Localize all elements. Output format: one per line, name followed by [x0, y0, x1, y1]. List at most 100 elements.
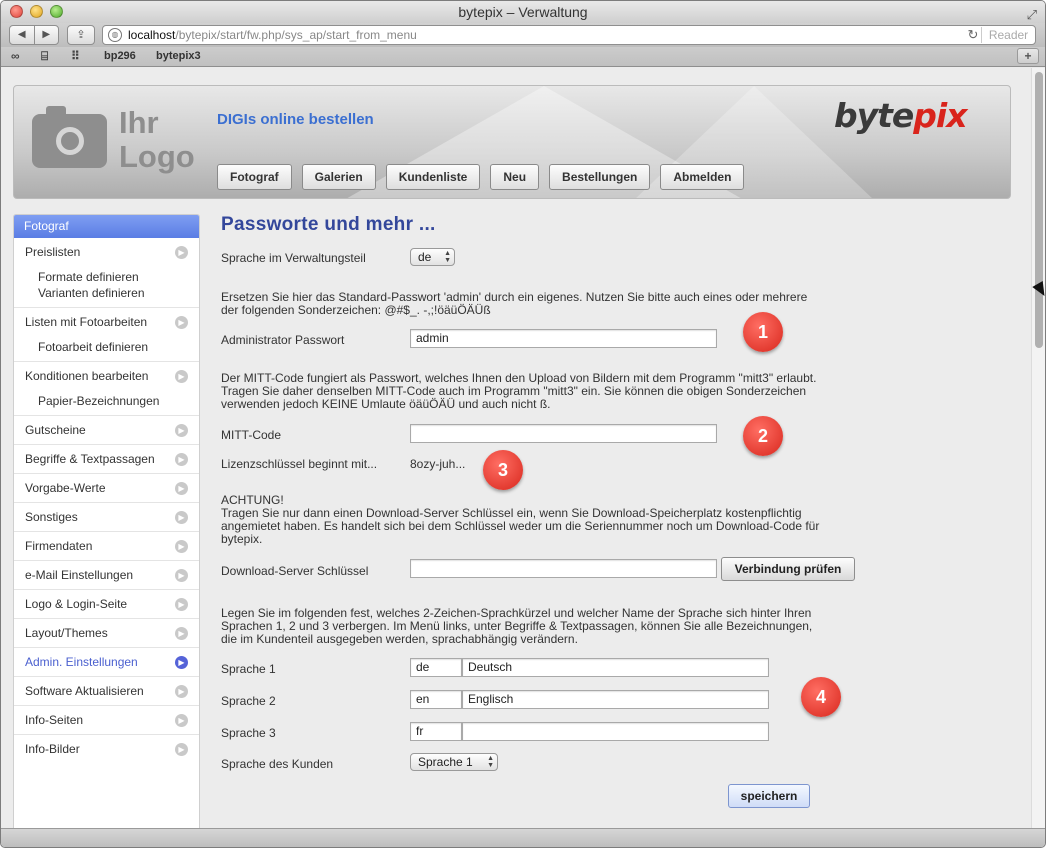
- close-window-button[interactable]: [10, 5, 23, 18]
- check-connection-button[interactable]: Verbindung prüfen: [721, 557, 855, 581]
- sidebar-item-label: Begriffe & Textpassagen: [25, 452, 155, 466]
- sidebar-item-label: Software Aktualisieren: [25, 684, 144, 698]
- sidebar-item-firmendaten[interactable]: Firmendaten ▶: [14, 532, 199, 561]
- browser-window: bytepix – Verwaltung ⤢ ◀ ▶ ⇪ ◍ localhost…: [0, 0, 1046, 848]
- sidebar-item-vorgabe-werte[interactable]: Vorgabe-Werte ▶: [14, 474, 199, 503]
- sidebar-subitem-formate[interactable]: Formate definieren: [14, 269, 199, 285]
- back-arrow-icon[interactable]: ◀: [10, 26, 34, 44]
- chevron-right-icon: ▶: [175, 627, 188, 640]
- sidebar-subgroup-konditionen: Papier-Bezeichnungen: [14, 391, 199, 416]
- minimize-window-button[interactable]: [30, 5, 43, 18]
- chevron-right-icon: ▶: [175, 598, 188, 611]
- logo-line-2: Logo: [119, 139, 195, 174]
- address-bar[interactable]: ◍ localhost/bytepix/start/fw.php/sys_ap/…: [102, 25, 1036, 45]
- admin-language-select[interactable]: de ▲ ▼: [410, 248, 455, 266]
- sidebar-item-sonstiges[interactable]: Sonstiges ▶: [14, 503, 199, 532]
- admin-password-input[interactable]: admin: [410, 329, 717, 348]
- sidebar-item-begriffe[interactable]: Begriffe & Textpassagen ▶: [14, 445, 199, 474]
- sidebar-item-email[interactable]: e-Mail Einstellungen ▶: [14, 561, 199, 590]
- bookmark-bp296[interactable]: bp296: [104, 50, 136, 62]
- language-3-code-input[interactable]: fr: [410, 722, 462, 741]
- language-1-code-input[interactable]: de: [410, 658, 462, 677]
- history-buttons: ◀ ▶: [9, 25, 59, 45]
- chevron-right-icon: ▶: [175, 714, 188, 727]
- sidebar-item-info-seiten[interactable]: Info-Seiten ▶: [14, 706, 199, 735]
- brand-accent-text: pix: [913, 96, 967, 135]
- vertical-scrollbar[interactable]: [1031, 68, 1045, 828]
- chevron-right-icon: ▶: [175, 685, 188, 698]
- reload-icon[interactable]: ↻: [965, 27, 981, 43]
- title-bar: bytepix – Verwaltung ⤢: [1, 1, 1045, 23]
- sidebar-subitem-varianten[interactable]: Varianten definieren: [14, 285, 199, 301]
- bytepix-brand-logo: bytepix: [834, 96, 968, 135]
- sidebar-item-label: Preislisten: [25, 245, 81, 259]
- share-icon[interactable]: ⇪: [67, 25, 95, 45]
- sidebar-item-label: Listen mit Fotoarbeiten: [25, 315, 148, 329]
- bookmark-bytepix3[interactable]: bytepix3: [156, 50, 201, 62]
- url-text[interactable]: localhost/bytepix/start/fw.php/sys_ap/st…: [128, 28, 965, 42]
- language-2-name-input[interactable]: Englisch: [462, 690, 769, 709]
- sidebar-item-gutscheine[interactable]: Gutscheine ▶: [14, 416, 199, 445]
- sidebar-item-preislisten[interactable]: Preislisten ▶: [14, 238, 199, 267]
- language-3-name-input[interactable]: [462, 722, 769, 741]
- site-header: Ihr Logo DIGIs online bestellen bytepix …: [13, 85, 1011, 199]
- new-tab-plus-icon[interactable]: +: [1017, 48, 1039, 64]
- callout-badge-1: 1: [743, 312, 783, 352]
- nav-kundenliste-button[interactable]: Kundenliste: [385, 164, 481, 190]
- nav-galerien-button[interactable]: Galerien: [301, 164, 376, 190]
- camera-logo-icon: [32, 106, 107, 168]
- download-warning-text: Tragen Sie nur dann einen Download-Serve…: [221, 506, 820, 546]
- chevron-right-icon: ▶: [175, 656, 188, 669]
- download-key-input[interactable]: [410, 559, 717, 578]
- url-host: localhost: [128, 28, 176, 42]
- callout-badge-2: 2: [743, 416, 783, 456]
- chevron-right-icon: ▶: [175, 540, 188, 553]
- sidebar-item-label: Konditionen bearbeiten: [25, 369, 149, 383]
- language-1-label: Sprache 1: [221, 662, 276, 676]
- scrollbar-thumb[interactable]: [1035, 72, 1043, 348]
- sidebar-subitem-fotoarbeit-definieren[interactable]: Fotoarbeit definieren: [14, 339, 199, 355]
- chevron-right-icon: ▶: [175, 246, 188, 259]
- nav-neu-button[interactable]: Neu: [490, 164, 540, 190]
- nav-abmelden-button[interactable]: Abmelden: [660, 164, 745, 190]
- chevron-right-icon: ▶: [175, 370, 188, 383]
- forward-arrow-icon[interactable]: ▶: [33, 26, 59, 44]
- customer-language-select[interactable]: Sprache 1 ▲ ▼: [410, 753, 498, 771]
- sidebar-item-info-bilder[interactable]: Info-Bilder ▶: [14, 735, 199, 764]
- bookmarks-book-icon[interactable]: ⌸: [41, 49, 48, 64]
- customer-language-value: Sprache 1: [418, 755, 473, 769]
- download-key-label: Download-Server Schlüssel: [221, 564, 369, 578]
- sidebar-title: Fotograf: [14, 215, 199, 238]
- top-sites-grid-icon[interactable]: ⠿: [71, 49, 80, 63]
- admin-language-value: de: [418, 250, 432, 264]
- nav-bestellungen-button[interactable]: Bestellungen: [549, 164, 651, 190]
- zoom-window-button[interactable]: [50, 5, 63, 18]
- sidebar-item-label: Logo & Login-Seite: [25, 597, 128, 611]
- mitt-code-label: MITT-Code: [221, 428, 282, 442]
- language-2-code-input[interactable]: en: [410, 690, 462, 709]
- sidebar-item-listen-fotoarbeiten[interactable]: Listen mit Fotoarbeiten ▶: [14, 308, 199, 337]
- sidebar-subgroup-preislisten: Formate definieren Varianten definieren: [14, 267, 199, 308]
- language-1-name-input[interactable]: Deutsch: [462, 658, 769, 677]
- url-path: /bytepix/start/fw.php/sys_ap/start_from_…: [175, 28, 417, 42]
- sidebar-item-layout-themes[interactable]: Layout/Themes ▶: [14, 619, 199, 648]
- sidebar-subitem-papier[interactable]: Papier-Bezeichnungen: [14, 393, 199, 409]
- callout-badge-4: 4: [801, 677, 841, 717]
- sidebar-item-admin-einstellungen[interactable]: Admin. Einstellungen ▶: [14, 648, 199, 677]
- logo-line-1: Ihr: [119, 105, 159, 140]
- sidebar-item-label: Firmendaten: [25, 539, 93, 553]
- license-key-label: Lizenzschlüssel beginnt mit...: [221, 457, 378, 471]
- reading-list-icon[interactable]: ∞: [11, 49, 20, 63]
- bookmarks-bar: ∞ ⌸ ⠿ bp296 bytepix3 +: [1, 47, 1045, 67]
- sidebar-item-konditionen[interactable]: Konditionen bearbeiten ▶: [14, 362, 199, 391]
- mitt-code-input[interactable]: [410, 424, 717, 443]
- save-button[interactable]: speichern: [728, 784, 810, 808]
- reader-button[interactable]: Reader: [981, 27, 1035, 43]
- placeholder-logo-text: Ihr Logo: [119, 106, 195, 174]
- select-stepper-icon: ▲ ▼: [444, 250, 451, 264]
- sidebar-item-label: Gutscheine: [25, 423, 86, 437]
- sidebar-item-label: Sonstiges: [25, 510, 78, 524]
- sidebar-item-logo-login[interactable]: Logo & Login-Seite ▶: [14, 590, 199, 619]
- sidebar-item-software-aktualisieren[interactable]: Software Aktualisieren ▶: [14, 677, 199, 706]
- nav-fotograf-button[interactable]: Fotograf: [217, 164, 292, 190]
